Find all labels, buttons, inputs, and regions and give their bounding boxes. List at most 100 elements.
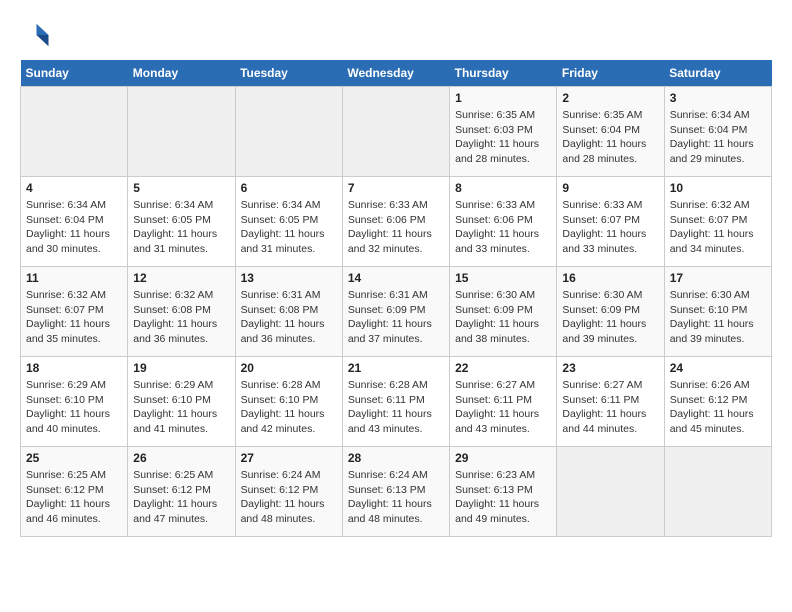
calendar-cell: 29Sunrise: 6:23 AMSunset: 6:13 PMDayligh… [450,447,557,537]
calendar-cell: 18 Sunrise: 6:29 AMSunset: 6:10 PMDayligh… [21,357,128,447]
calendar-cell: 9 Sunrise: 6:33 AMSunset: 6:07 PMDaylight… [557,177,664,267]
week-row-5: 25 Sunrise: 6:25 AMSunset: 6:12 PMDayligh… [21,447,772,537]
header-tuesday: Tuesday [235,60,342,87]
week-row-2: 4 Sunrise: 6:34 AMSunset: 6:04 PMDaylight… [21,177,772,267]
day-number: 17 [670,271,766,285]
header-saturday: Saturday [664,60,771,87]
calendar-cell: 6Sunrise: 6:34 AMSunset: 6:05 PMDaylight… [235,177,342,267]
calendar-cell: 15 Sunrise: 6:30 AMSunset: 6:09 PMDayligh… [450,267,557,357]
day-info: Sunrise: 6:34 AMSunset: 6:04 PMDaylight:… [670,108,766,167]
day-info: Sunrise: 6:23 AMSunset: 6:13 PMDaylight:… [455,468,551,527]
calendar-cell: 10Sunrise: 6:32 AMSunset: 6:07 PMDayligh… [664,177,771,267]
calendar-cell [664,447,771,537]
calendar-cell: 13 Sunrise: 6:31 AMSunset: 6:08 PMDayligh… [235,267,342,357]
calendar-cell: 25 Sunrise: 6:25 AMSunset: 6:12 PMDayligh… [21,447,128,537]
calendar-cell: 14Sunrise: 6:31 AMSunset: 6:09 PMDayligh… [342,267,449,357]
calendar-cell [235,87,342,177]
day-number: 15 [455,271,551,285]
calendar-cell: 2 Sunrise: 6:35 AMSunset: 6:04 PMDaylight… [557,87,664,177]
week-row-1: 1 Sunrise: 6:35 AMSunset: 6:03 PMDaylight… [21,87,772,177]
day-info: Sunrise: 6:24 AMSunset: 6:13 PMDaylight:… [348,468,444,527]
page-header [20,20,772,50]
day-info: Sunrise: 6:25 AMSunset: 6:12 PMDaylight:… [26,468,122,527]
calendar-cell: 7Sunrise: 6:33 AMSunset: 6:06 PMDaylight… [342,177,449,267]
calendar-cell: 12 Sunrise: 6:32 AMSunset: 6:08 PMDayligh… [128,267,235,357]
calendar-cell: 8 Sunrise: 6:33 AMSunset: 6:06 PMDaylight… [450,177,557,267]
calendar-cell: 4 Sunrise: 6:34 AMSunset: 6:04 PMDaylight… [21,177,128,267]
calendar-cell: 26 Sunrise: 6:25 AMSunset: 6:12 PMDayligh… [128,447,235,537]
day-number: 18 [26,361,122,375]
day-number: 9 [562,181,658,195]
day-number: 26 [133,451,229,465]
calendar-cell: 1 Sunrise: 6:35 AMSunset: 6:03 PMDaylight… [450,87,557,177]
calendar-cell: 17 Sunrise: 6:30 AMSunset: 6:10 PMDayligh… [664,267,771,357]
day-number: 7 [348,181,444,195]
day-number: 4 [26,181,122,195]
day-info: Sunrise: 6:26 AMSunset: 6:12 PMDaylight:… [670,378,766,437]
day-info: Sunrise: 6:24 AMSunset: 6:12 PMDaylight:… [241,468,337,527]
calendar-cell: 3 Sunrise: 6:34 AMSunset: 6:04 PMDaylight… [664,87,771,177]
day-number: 25 [26,451,122,465]
day-number: 10 [670,181,766,195]
day-number: 23 [562,361,658,375]
day-info: Sunrise: 6:29 AMSunset: 6:10 PMDaylight:… [26,378,122,437]
header-monday: Monday [128,60,235,87]
day-number: 2 [562,91,658,105]
calendar-cell [342,87,449,177]
day-info: Sunrise: 6:31 AMSunset: 6:08 PMDaylight:… [241,288,337,347]
calendar-cell: 11Sunrise: 6:32 AMSunset: 6:07 PMDayligh… [21,267,128,357]
week-row-3: 11Sunrise: 6:32 AMSunset: 6:07 PMDayligh… [21,267,772,357]
day-info: Sunrise: 6:30 AMSunset: 6:09 PMDaylight:… [455,288,551,347]
header-sunday: Sunday [21,60,128,87]
day-info: Sunrise: 6:32 AMSunset: 6:08 PMDaylight:… [133,288,229,347]
day-number: 16 [562,271,658,285]
day-number: 14 [348,271,444,285]
header-thursday: Thursday [450,60,557,87]
day-number: 24 [670,361,766,375]
header-wednesday: Wednesday [342,60,449,87]
day-info: Sunrise: 6:34 AMSunset: 6:04 PMDaylight:… [26,198,122,257]
calendar-cell: 28 Sunrise: 6:24 AMSunset: 6:13 PMDayligh… [342,447,449,537]
calendar-cell: 20 Sunrise: 6:28 AMSunset: 6:10 PMDayligh… [235,357,342,447]
day-number: 3 [670,91,766,105]
day-info: Sunrise: 6:30 AMSunset: 6:10 PMDaylight:… [670,288,766,347]
day-info: Sunrise: 6:33 AMSunset: 6:06 PMDaylight:… [455,198,551,257]
day-number: 20 [241,361,337,375]
day-number: 1 [455,91,551,105]
calendar-cell [557,447,664,537]
day-info: Sunrise: 6:35 AMSunset: 6:04 PMDaylight:… [562,108,658,167]
day-number: 12 [133,271,229,285]
day-info: Sunrise: 6:35 AMSunset: 6:03 PMDaylight:… [455,108,551,167]
day-number: 19 [133,361,229,375]
day-number: 28 [348,451,444,465]
day-info: Sunrise: 6:25 AMSunset: 6:12 PMDaylight:… [133,468,229,527]
day-number: 5 [133,181,229,195]
day-info: Sunrise: 6:34 AMSunset: 6:05 PMDaylight:… [133,198,229,257]
day-info: Sunrise: 6:28 AMSunset: 6:11 PMDaylight:… [348,378,444,437]
calendar-cell: 16Sunrise: 6:30 AMSunset: 6:09 PMDayligh… [557,267,664,357]
calendar-cell: 24 Sunrise: 6:26 AMSunset: 6:12 PMDayligh… [664,357,771,447]
calendar-cell: 21 Sunrise: 6:28 AMSunset: 6:11 PMDayligh… [342,357,449,447]
day-info: Sunrise: 6:34 AMSunset: 6:05 PMDaylight:… [241,198,337,257]
day-number: 27 [241,451,337,465]
day-number: 13 [241,271,337,285]
week-row-4: 18 Sunrise: 6:29 AMSunset: 6:10 PMDayligh… [21,357,772,447]
calendar-header-row: SundayMondayTuesdayWednesdayThursdayFrid… [21,60,772,87]
day-info: Sunrise: 6:27 AMSunset: 6:11 PMDaylight:… [562,378,658,437]
calendar-cell [21,87,128,177]
day-info: Sunrise: 6:32 AMSunset: 6:07 PMDaylight:… [26,288,122,347]
header-friday: Friday [557,60,664,87]
calendar-cell [128,87,235,177]
calendar-cell: 5 Sunrise: 6:34 AMSunset: 6:05 PMDaylight… [128,177,235,267]
calendar-cell: 19 Sunrise: 6:29 AMSunset: 6:10 PMDayligh… [128,357,235,447]
calendar-cell: 23 Sunrise: 6:27 AMSunset: 6:11 PMDayligh… [557,357,664,447]
day-number: 8 [455,181,551,195]
day-info: Sunrise: 6:29 AMSunset: 6:10 PMDaylight:… [133,378,229,437]
logo [20,20,54,50]
calendar-cell: 27 Sunrise: 6:24 AMSunset: 6:12 PMDayligh… [235,447,342,537]
day-number: 21 [348,361,444,375]
day-info: Sunrise: 6:28 AMSunset: 6:10 PMDaylight:… [241,378,337,437]
day-info: Sunrise: 6:33 AMSunset: 6:07 PMDaylight:… [562,198,658,257]
calendar-cell: 22Sunrise: 6:27 AMSunset: 6:11 PMDayligh… [450,357,557,447]
logo-icon [20,20,50,50]
